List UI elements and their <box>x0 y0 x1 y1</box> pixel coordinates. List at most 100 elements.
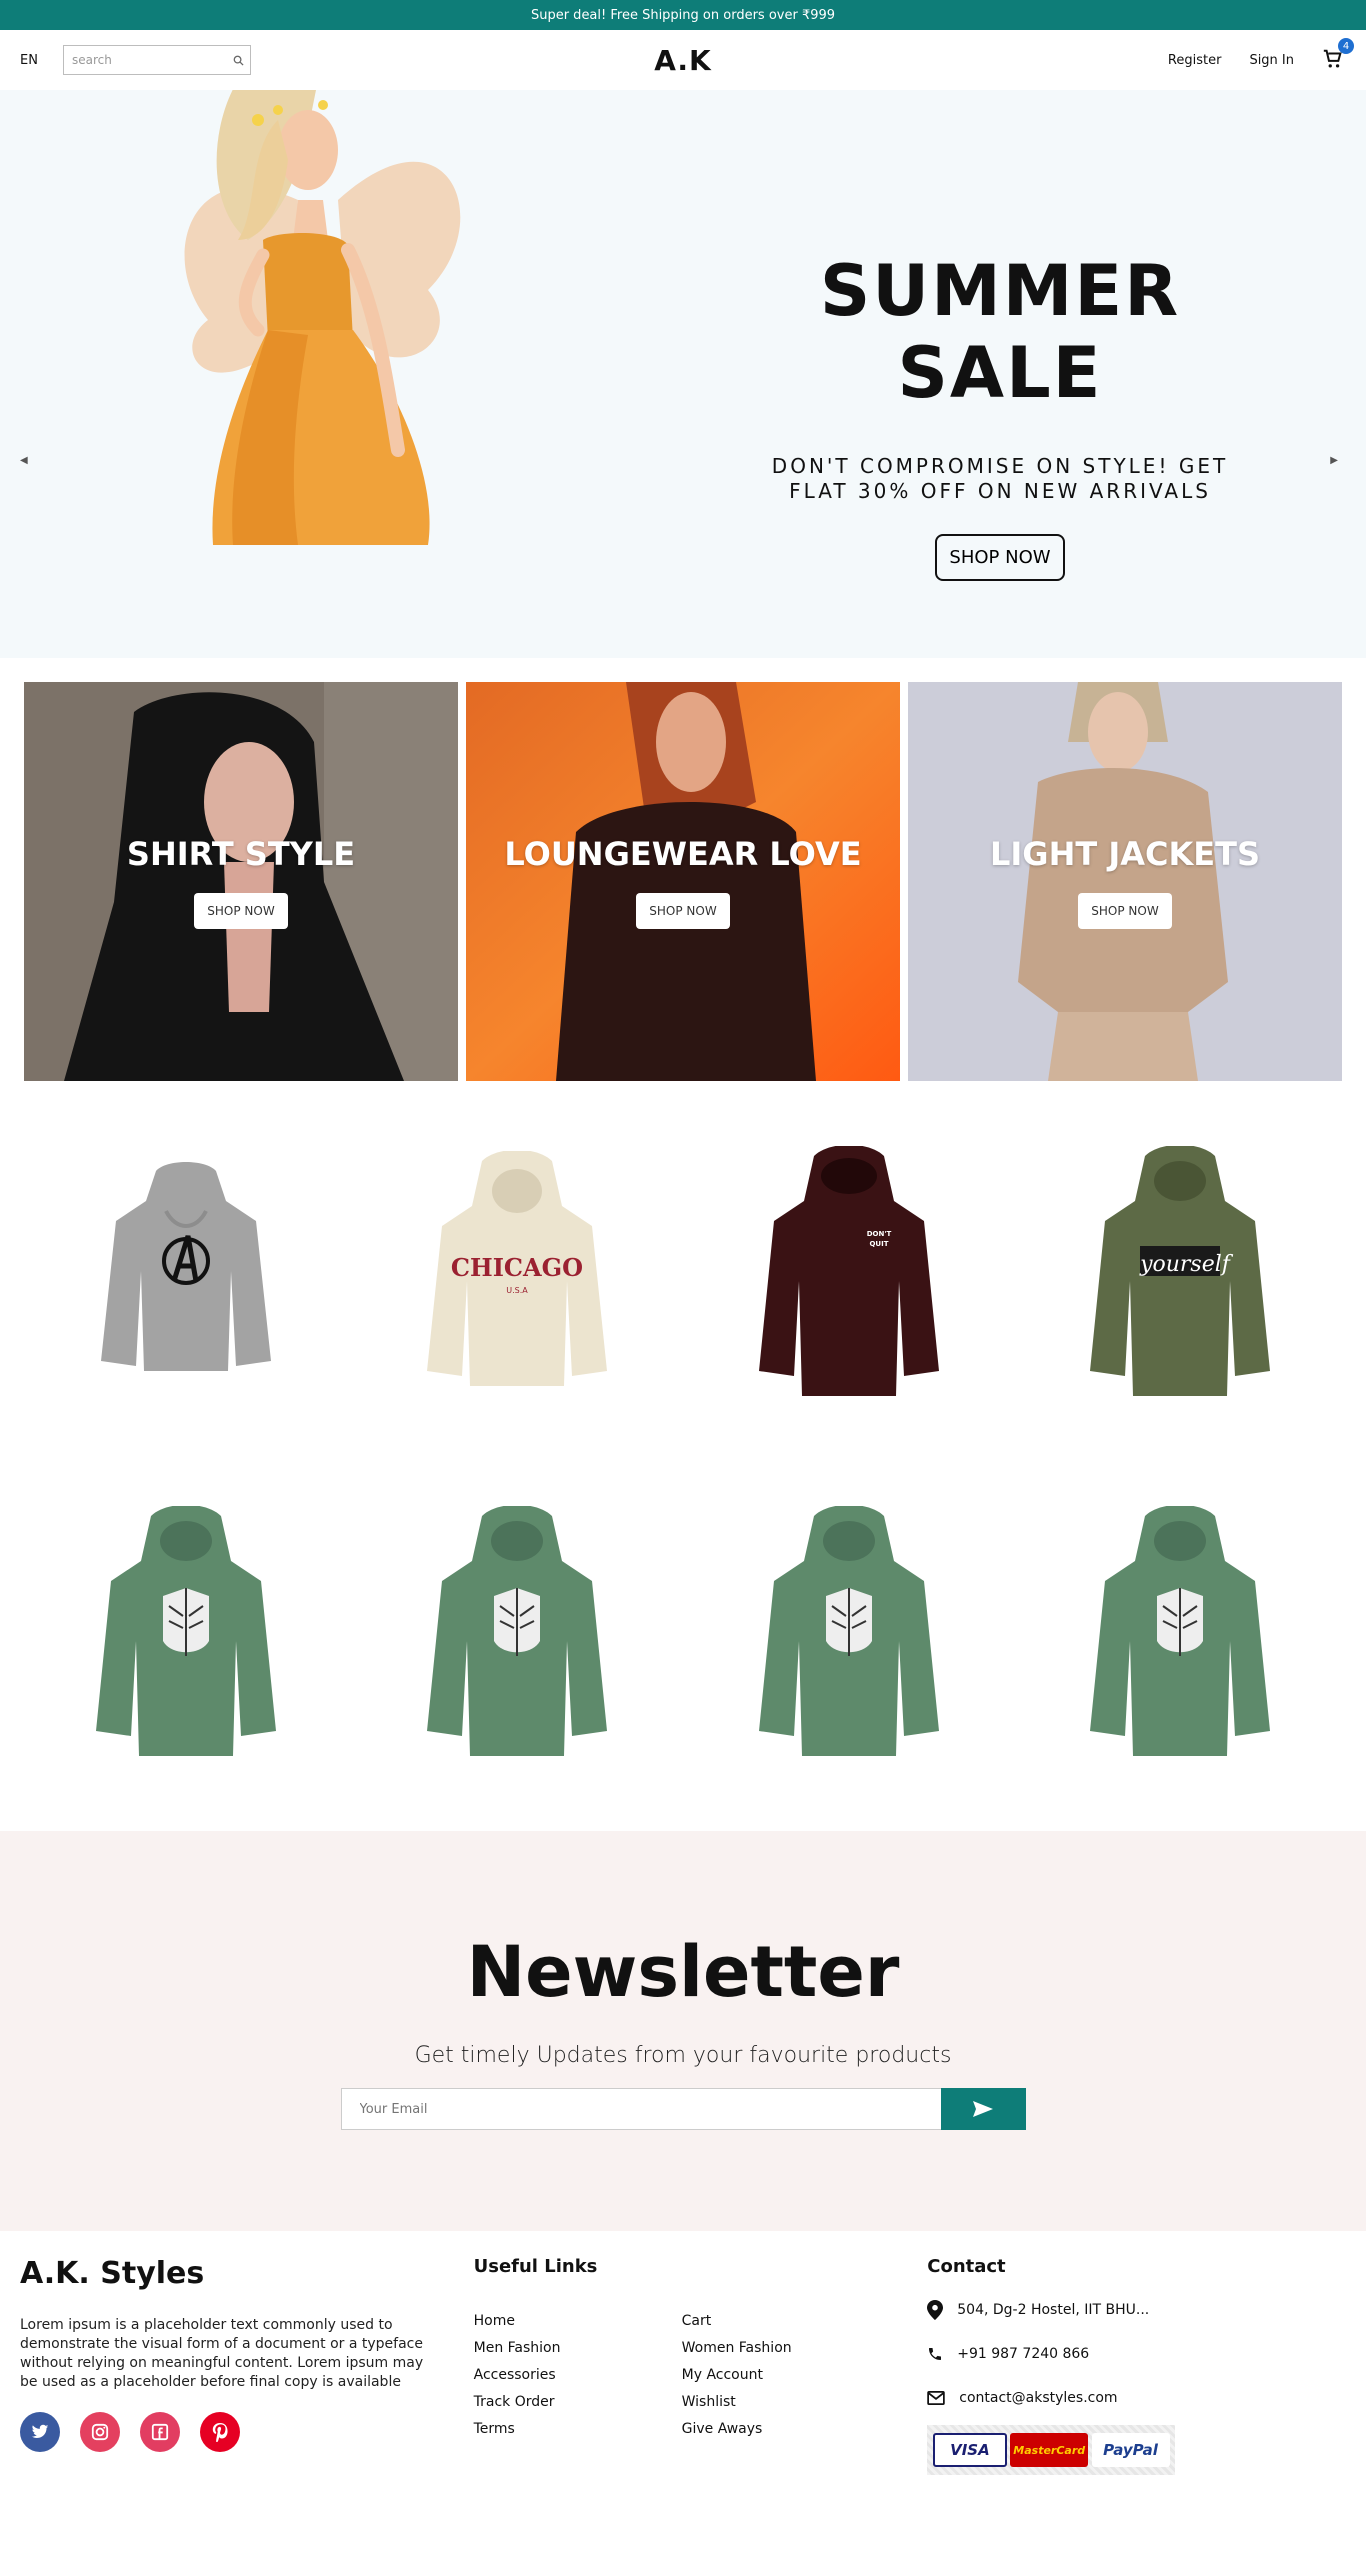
footer-link-give-aways[interactable]: Give Aways <box>682 2421 890 2437</box>
product-image-green-hoodie <box>427 1506 608 1756</box>
newsletter-title: Newsletter <box>466 1931 900 2013</box>
category-row: SHIRT STYLE SHOP NOW LOUNGEWEAR LOVE SHO… <box>0 682 1366 1081</box>
visa-logo: VISA <box>932 2433 1007 2467</box>
product-card[interactable] <box>1019 1501 1343 1771</box>
send-icon <box>973 2101 993 2117</box>
footer-link-track-order[interactable]: Track Order <box>474 2394 682 2410</box>
mail-icon <box>927 2391 945 2405</box>
announcement-bar: Super deal! Free Shipping on orders over… <box>0 0 1366 30</box>
register-link[interactable]: Register <box>1168 53 1222 68</box>
newsletter-submit-button[interactable] <box>940 2088 1026 2130</box>
svg-text:U.S.A: U.S.A <box>507 1286 529 1295</box>
paypal-logo: PayPal <box>1091 2433 1170 2467</box>
product-grid: CHICAGO U.S.A DON'T QUIT yourself <box>0 1081 1366 1771</box>
category-shop-now-button[interactable]: SHOP NOW <box>636 892 730 929</box>
hero-title: SUMMER SALE <box>819 250 1181 414</box>
svg-text:DON'T: DON'T <box>866 1230 891 1238</box>
facebook-icon[interactable] <box>140 2412 180 2452</box>
hero-subtitle: DON'T COMPROMISE ON STYLE! GET FLAT 30% … <box>771 454 1229 503</box>
contact-email: contact@akstyles.com <box>927 2387 1346 2409</box>
twitter-icon[interactable] <box>20 2412 60 2452</box>
search-icon[interactable] <box>233 51 244 70</box>
product-card[interactable]: CHICAGO U.S.A <box>356 1141 680 1411</box>
footer-brand: A.K. Styles <box>20 2256 205 2291</box>
newsletter-section: Newsletter Get timely Updates from your … <box>0 1831 1366 2231</box>
cart-badge: 4 <box>1338 38 1354 54</box>
announcement-text: Super deal! Free Shipping on orders over… <box>530 7 836 23</box>
product-image-cream-hoodie: CHICAGO U.S.A <box>427 1151 608 1386</box>
newsletter-email-input[interactable] <box>340 2088 941 2130</box>
phone-icon <box>929 2348 942 2360</box>
contact-phone: +91 987 7240 866 <box>927 2343 1346 2365</box>
footer-link-accessories[interactable]: Accessories <box>474 2367 682 2383</box>
footer-description: Lorem ipsum is a placeholder text common… <box>20 2317 424 2390</box>
nav-right: Register Sign In 4 <box>946 38 1354 72</box>
category-shirt-style-image <box>24 682 458 1081</box>
footer-link-cart[interactable]: Cart <box>682 2313 890 2329</box>
footer-links-column: Useful Links Home Cart Men Fashion Women… <box>474 2256 928 2474</box>
mastercard-logo: MasterCard <box>1010 2433 1089 2467</box>
footer-contact-column: Contact 504, Dg-2 Hostel, IIT BHU... +91… <box>927 2256 1346 2475</box>
newsletter-form <box>340 2088 1026 2130</box>
category-light-jackets-image <box>908 682 1342 1081</box>
contact-email-text: contact@akstyles.com <box>959 2390 1118 2406</box>
instagram-icon[interactable] <box>80 2412 120 2452</box>
category-shop-now-button[interactable]: SHOP NOW <box>1078 892 1172 929</box>
footer: A.K. Styles Lorem ipsum is a placeholder… <box>0 2231 1366 2499</box>
footer-link-terms[interactable]: Terms <box>474 2421 682 2437</box>
hero-shop-now-button[interactable]: SHOP NOW <box>935 534 1065 581</box>
product-card[interactable]: yourself <box>1019 1141 1343 1411</box>
footer-link-wishlist[interactable]: Wishlist <box>682 2394 890 2410</box>
category-card-shirt-style[interactable]: SHIRT STYLE SHOP NOW <box>24 682 458 1081</box>
footer-link-women-fashion[interactable]: Women Fashion <box>682 2340 890 2356</box>
footer-link-men-fashion[interactable]: Men Fashion <box>474 2340 682 2356</box>
category-card-loungewear-love[interactable]: LOUNGEWEAR LOVE SHOP NOW <box>466 682 900 1081</box>
payment-methods: VISA MasterCard PayPal <box>927 2425 1176 2475</box>
category-title: LIGHT JACKETS <box>990 834 1260 873</box>
product-card[interactable] <box>24 1501 348 1771</box>
svg-text:QUIT: QUIT <box>869 1240 888 1248</box>
search-input[interactable] <box>71 53 233 67</box>
svg-text:CHICAGO: CHICAGO <box>451 1253 583 1282</box>
product-image-green-hoodie <box>1090 1506 1271 1756</box>
footer-brand-column: A.K. Styles Lorem ipsum is a placeholder… <box>20 2256 474 2474</box>
category-title: SHIRT STYLE <box>126 834 356 873</box>
hero-fairy-image <box>184 90 461 545</box>
category-shop-now-button[interactable]: SHOP NOW <box>194 892 288 929</box>
svg-text:yourself: yourself <box>1139 1252 1234 1277</box>
contact-title: Contact <box>927 2256 1006 2277</box>
product-card[interactable]: DON'T QUIT <box>687 1141 1011 1411</box>
hero-text: SUMMER SALE DON'T COMPROMISE ON STYLE! G… <box>740 250 1260 581</box>
language-selector[interactable]: EN <box>20 53 38 68</box>
category-title: LOUNGEWEAR LOVE <box>504 834 862 873</box>
product-image-grey-hoodie <box>100 1162 271 1371</box>
contact-phone-text: +91 987 7240 866 <box>957 2346 1090 2362</box>
location-pin-icon <box>927 2300 944 2320</box>
contact-address: 504, Dg-2 Hostel, IIT BHU... <box>927 2299 1346 2321</box>
slider-prev-icon[interactable]: ◀ <box>20 455 28 466</box>
search-box <box>62 45 251 75</box>
cart-button[interactable]: 4 <box>1322 38 1354 72</box>
product-image-green-hoodie <box>758 1506 939 1756</box>
social-links <box>20 2412 474 2452</box>
footer-link-home[interactable]: Home <box>474 2313 682 2329</box>
newsletter-subtitle: Get timely Updates from your favourite p… <box>414 2043 952 2068</box>
footer-link-my-account[interactable]: My Account <box>682 2367 890 2383</box>
contact-address-text: 504, Dg-2 Hostel, IIT BHU... <box>957 2302 1150 2318</box>
useful-links-list: Home Cart Men Fashion Women Fashion Acce… <box>474 2313 928 2437</box>
site-logo[interactable]: A.K <box>654 44 712 77</box>
nav-left: EN <box>20 45 420 75</box>
navbar: EN A.K Register Sign In 4 <box>0 30 1366 90</box>
product-card[interactable] <box>356 1501 680 1771</box>
slider-next-icon[interactable]: ▶ <box>1330 455 1338 466</box>
product-image-olive-hoodie: yourself <box>1090 1146 1271 1396</box>
pinterest-icon[interactable] <box>200 2412 240 2452</box>
product-image-maroon-hoodie: DON'T QUIT <box>758 1146 939 1396</box>
hero-slider: ◀ SUMMER SALE DON'T COMPROMISE ON STYLE!… <box>0 90 1366 658</box>
signin-link[interactable]: Sign In <box>1249 53 1294 68</box>
product-card[interactable] <box>687 1501 1011 1771</box>
category-loungewear-image <box>466 682 900 1081</box>
useful-links-title: Useful Links <box>473 2256 598 2277</box>
category-card-light-jackets[interactable]: LIGHT JACKETS SHOP NOW <box>908 682 1342 1081</box>
product-card[interactable] <box>24 1141 348 1411</box>
